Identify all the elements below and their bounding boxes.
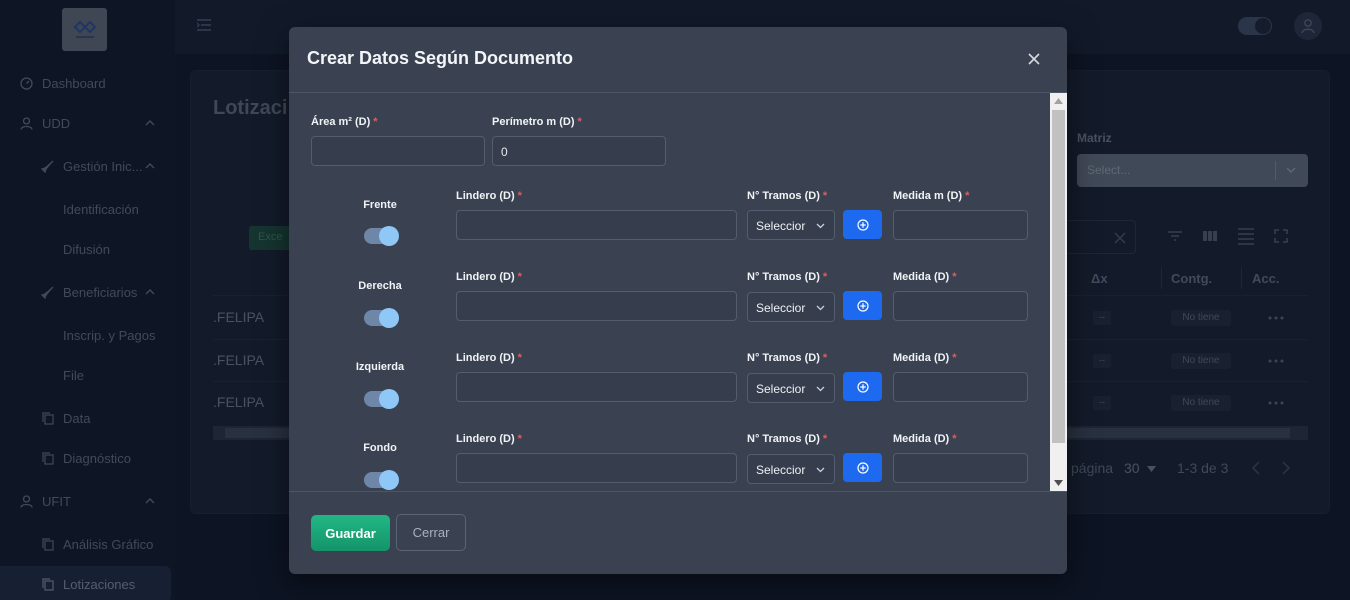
medida-label-text: Medida (D) [893, 271, 950, 283]
chevron-down-icon [816, 305, 825, 311]
plus-circle-icon [856, 461, 869, 474]
cancel-button[interactable]: Cerrar [396, 514, 466, 551]
area-label: Área m² (D) * [311, 116, 378, 128]
required-asterisk: * [822, 271, 828, 283]
toggle-knob [379, 389, 399, 409]
toggle-knob [379, 308, 399, 328]
add-tramo-button-derecha[interactable] [843, 291, 882, 320]
area-label-text: Área m² (D) [311, 116, 371, 128]
tramos-label-text: N° Tramos (D) [747, 190, 820, 202]
close-icon[interactable] [1025, 50, 1043, 68]
perimetro-input[interactable]: 0 [492, 136, 666, 166]
tramos-select-frente[interactable]: Seleccior [747, 210, 835, 240]
lindero-label-text: Lindero (D) [456, 271, 515, 283]
lindero-input-fondo[interactable] [456, 453, 737, 483]
lindero-input-frente[interactable] [456, 210, 737, 240]
modal-title: Crear Datos Según Documento [307, 48, 574, 68]
required-asterisk: * [517, 271, 522, 283]
required-asterisk: * [952, 271, 957, 283]
required-asterisk: * [965, 190, 970, 202]
lindero-input-derecha[interactable] [456, 291, 737, 321]
side-toggle-frente[interactable] [364, 226, 399, 246]
vertical-scrollbar[interactable] [1050, 93, 1067, 491]
medida-label-text: Medida m (D) [893, 190, 963, 202]
required-asterisk: * [952, 352, 957, 364]
tramos-select-value: Seleccior [756, 382, 806, 396]
required-asterisk: * [517, 190, 522, 202]
medida-label: Medida (D) * [893, 433, 957, 445]
tramos-select-value: Seleccior [756, 301, 806, 315]
add-tramo-button-frente[interactable] [843, 210, 882, 239]
side-label-izquierda: Izquierda [355, 361, 405, 373]
medida-input-fondo[interactable] [893, 453, 1028, 483]
lindero-label: Lindero (D) * [456, 271, 522, 283]
plus-circle-icon [856, 299, 869, 312]
modal-body: Área m² (D) * Perímetro m (D) * 0 Frente L… [289, 93, 1067, 491]
lindero-label: Lindero (D) * [456, 352, 522, 364]
toggle-knob [379, 226, 399, 246]
add-tramo-button-fondo[interactable] [843, 453, 882, 482]
modal-footer-divider [289, 491, 1067, 492]
tramos-label-text: N° Tramos (D) [747, 433, 820, 445]
chevron-down-icon [816, 467, 825, 473]
tramos-select-derecha[interactable]: Seleccior [747, 292, 835, 322]
tramos-select-value: Seleccior [756, 219, 806, 233]
required-asterisk: * [373, 116, 378, 128]
plus-circle-icon [856, 218, 869, 231]
side-toggle-fondo[interactable] [364, 470, 399, 490]
lindero-label-text: Lindero (D) [456, 433, 515, 445]
required-asterisk: * [517, 352, 522, 364]
scrollbar-thumb[interactable] [1052, 110, 1065, 443]
crear-datos-modal: Crear Datos Según Documento Área m² (D) *… [289, 27, 1067, 574]
lindero-label: Lindero (D) * [456, 433, 522, 445]
medida-input-derecha[interactable] [893, 291, 1028, 321]
chevron-down-icon [816, 386, 825, 392]
medida-input-izquierda[interactable] [893, 372, 1028, 402]
area-input[interactable] [311, 136, 485, 166]
side-label-frente: Frente [363, 199, 397, 211]
plus-circle-icon [856, 380, 869, 393]
chevron-down-icon [816, 223, 825, 229]
side-label-fondo: Fondo [363, 442, 397, 454]
tramos-label: N° Tramos (D) * [747, 352, 827, 364]
required-asterisk: * [517, 433, 522, 445]
required-asterisk: * [577, 116, 582, 128]
required-asterisk: * [952, 433, 957, 445]
lindero-label: Lindero (D) * [456, 190, 522, 202]
medida-label: Medida (D) * [893, 352, 957, 364]
side-toggle-izquierda[interactable] [364, 389, 399, 409]
side-label-derecha: Derecha [358, 280, 402, 292]
tramos-label: N° Tramos (D) * [747, 433, 827, 445]
tramos-label-text: N° Tramos (D) [747, 352, 820, 364]
save-button[interactable]: Guardar [311, 515, 390, 551]
tramos-select-fondo[interactable]: Seleccior [747, 454, 835, 484]
medida-label-text: Medida (D) [893, 352, 950, 364]
tramos-label: N° Tramos (D) * [747, 190, 827, 202]
scroll-up-arrow-icon[interactable] [1054, 98, 1063, 104]
lindero-label-text: Lindero (D) [456, 190, 515, 202]
required-asterisk: * [822, 352, 828, 364]
scroll-down-arrow-icon[interactable] [1054, 480, 1063, 486]
toggle-knob [379, 470, 399, 490]
medida-label: Medida m (D) * [893, 190, 969, 202]
tramos-label: N° Tramos (D) * [747, 271, 827, 283]
lindero-input-izquierda[interactable] [456, 372, 737, 402]
side-toggle-derecha[interactable] [364, 308, 399, 328]
perimetro-label: Perímetro m (D) * [492, 116, 582, 128]
medida-label-text: Medida (D) [893, 433, 950, 445]
lindero-label-text: Lindero (D) [456, 352, 515, 364]
required-asterisk: * [822, 190, 828, 202]
tramos-select-izquierda[interactable]: Seleccior [747, 373, 835, 403]
required-asterisk: * [822, 433, 828, 445]
tramos-label-text: N° Tramos (D) [747, 271, 820, 283]
medida-label: Medida (D) * [893, 271, 957, 283]
perimetro-label-text: Perímetro m (D) [492, 116, 575, 128]
add-tramo-button-izquierda[interactable] [843, 372, 882, 401]
tramos-select-value: Seleccior [756, 463, 806, 477]
medida-input-frente[interactable] [893, 210, 1028, 240]
